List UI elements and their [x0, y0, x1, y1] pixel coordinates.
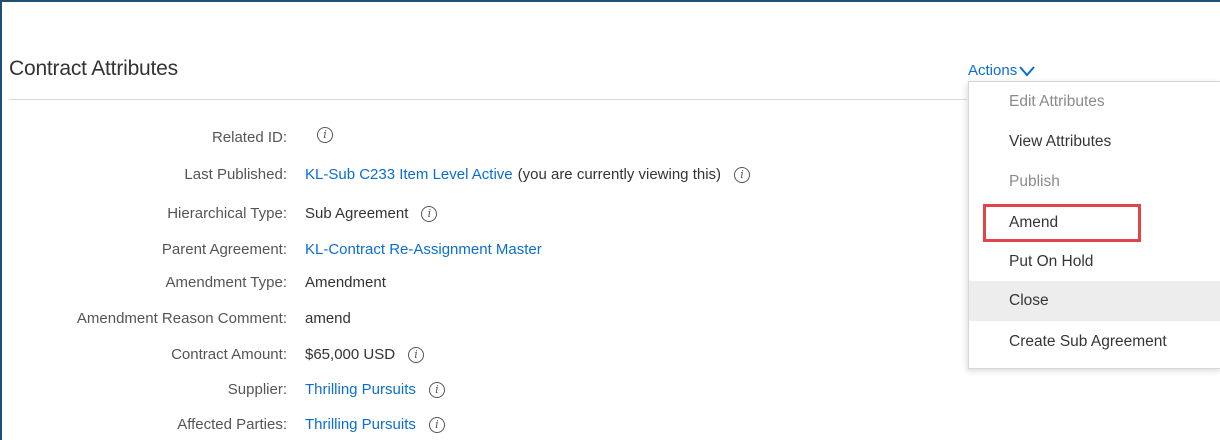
attribute-value: Thrilling Pursuits i	[305, 414, 445, 436]
attribute-row-contract-amount: Contract Amount: $65,000 USD i	[0, 344, 900, 366]
title-divider	[9, 99, 967, 100]
info-icon[interactable]: i	[428, 417, 445, 433]
info-icon[interactable]: i	[408, 347, 425, 363]
chevron-down-icon	[1019, 65, 1035, 77]
attribute-value: amend	[305, 308, 351, 330]
attribute-label: Hierarchical Type:	[167, 205, 287, 222]
attribute-row-hierarchical-type: Hierarchical Type: Sub Agreement i	[0, 203, 900, 225]
attribute-label: Related ID:	[211, 129, 287, 146]
attribute-value: $65,000 USD i	[305, 344, 425, 366]
attribute-value: Amendment	[305, 272, 386, 294]
menu-item-close[interactable]: Close	[969, 281, 1220, 321]
section-title: Contract Attributes	[9, 57, 178, 80]
attribute-row-last-published: Last Published: KL-Sub C233 Item Level A…	[0, 164, 900, 186]
amendment-reason-comment-value: amend	[305, 310, 351, 327]
menu-item-put-on-hold[interactable]: Put On Hold	[969, 242, 1220, 282]
contract-amount-value: $65,000 USD	[305, 346, 396, 363]
info-icon[interactable]: i	[734, 167, 751, 183]
attribute-label: Supplier:	[227, 381, 287, 398]
last-published-link[interactable]: KL-Sub C233 Item Level Active	[305, 164, 513, 186]
menu-item-edit-attributes[interactable]: Edit Attributes	[969, 82, 1220, 122]
attribute-row-affected-parties: Affected Parties: Thrilling Pursuits i	[0, 414, 900, 436]
attribute-label: Last Published:	[184, 166, 287, 183]
attribute-label: Amendment Reason Comment:	[76, 310, 287, 327]
attribute-value: Sub Agreement i	[305, 203, 438, 225]
attribute-row-amendment-reason-comment: Amendment Reason Comment: amend	[0, 308, 900, 330]
attribute-value: Thrilling Pursuits i	[305, 379, 445, 401]
parent-agreement-link[interactable]: KL-Contract Re-Assignment Master	[305, 239, 542, 261]
info-icon[interactable]: i	[428, 382, 445, 398]
last-published-suffix: (you are currently viewing this)	[517, 166, 722, 183]
hierarchical-type-value: Sub Agreement	[305, 205, 409, 222]
actions-label: Actions	[968, 62, 1018, 79]
supplier-link[interactable]: Thrilling Pursuits	[305, 379, 416, 401]
attribute-label: Parent Agreement:	[161, 241, 287, 258]
attribute-label: Affected Parties:	[177, 416, 287, 433]
menu-item-publish[interactable]: Publish	[969, 162, 1220, 202]
menu-item-view-attributes[interactable]: View Attributes	[969, 122, 1220, 162]
attribute-row-amendment-type: Amendment Type: Amendment	[0, 272, 900, 294]
attribute-value: KL-Contract Re-Assignment Master	[305, 239, 542, 261]
attribute-row-parent-agreement: Parent Agreement: KL-Contract Re-Assignm…	[0, 239, 900, 261]
menu-item-create-sub-agreement[interactable]: Create Sub Agreement	[969, 322, 1220, 362]
frame-top-border	[0, 0, 1220, 2]
info-icon[interactable]: i	[317, 127, 333, 143]
affected-parties-link[interactable]: Thrilling Pursuits	[305, 414, 416, 436]
info-icon[interactable]: i	[421, 206, 438, 222]
actions-menu-button[interactable]: Actions	[968, 62, 1035, 79]
attribute-label: Contract Amount:	[171, 346, 287, 363]
attribute-value: KL-Sub C233 Item Level Active (you are c…	[305, 164, 751, 186]
attribute-value: i	[305, 127, 333, 143]
actions-dropdown-menu: Edit Attributes View Attributes Publish …	[968, 81, 1220, 369]
attribute-label: Amendment Type:	[165, 274, 287, 291]
attribute-row-supplier: Supplier: Thrilling Pursuits i	[0, 379, 900, 401]
amendment-type-value: Amendment	[305, 274, 386, 291]
menu-item-amend[interactable]: Amend	[969, 203, 1220, 243]
attribute-row-related-id: Related ID: i	[0, 127, 900, 149]
